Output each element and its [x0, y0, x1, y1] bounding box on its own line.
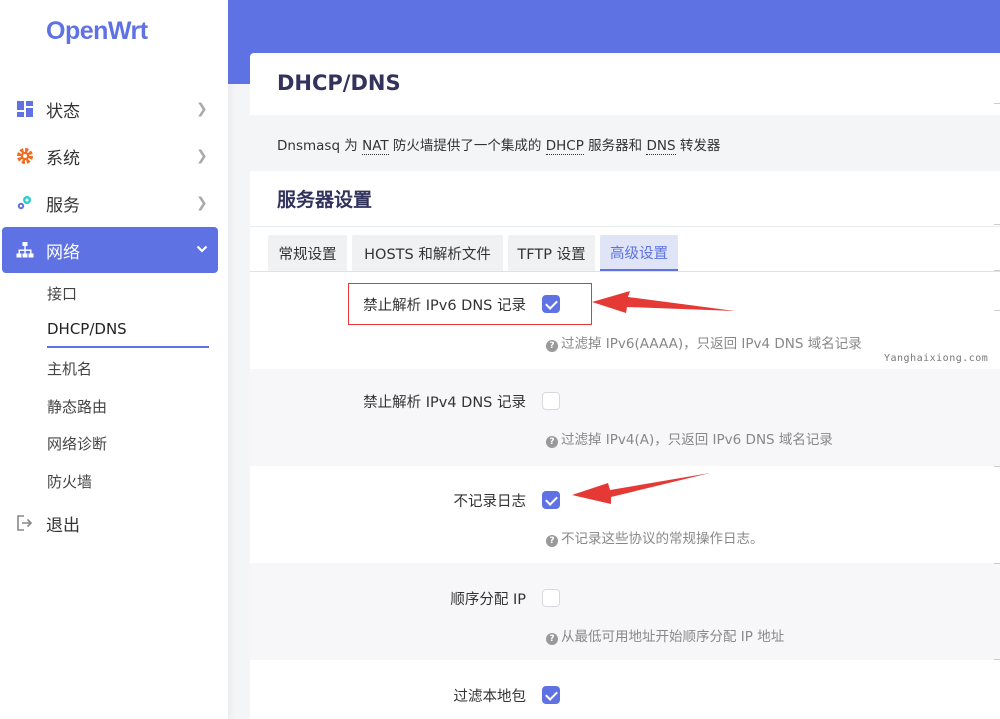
divider: [250, 226, 1000, 227]
edge-tick: [994, 563, 1000, 564]
edge-tick: [994, 466, 1000, 467]
annotation-highlight-box: [348, 283, 592, 325]
option-row-sequential-ip: 顺序分配 IP ? 从最低可用地址开始顺序分配 IP 地址: [250, 563, 1000, 660]
sidebar-item-label: 系统: [46, 148, 80, 169]
option-label: 顺序分配 IP: [450, 592, 526, 608]
option-hint: ? 不记录这些协议的常规操作日志。: [546, 527, 764, 547]
tab-general[interactable]: 常规设置: [268, 235, 347, 271]
logout-icon: [16, 514, 34, 532]
sidebar-subitem-static-routes[interactable]: 静态路由: [47, 396, 107, 417]
help-icon: ?: [546, 535, 558, 547]
sidebar: OpenWrt 状态 ❯ 系统 ❯ 服务 ❯ 网络 接口 DHCP/DNS 主机…: [0, 0, 228, 719]
sidebar-item-services[interactable]: 服务 ❯: [0, 180, 228, 226]
server-settings-card: 服务器设置 常规设置 HOSTS 和解析文件 TFTP 设置 高级设置 禁止解析…: [250, 171, 1000, 719]
option-row-filter-a: 禁止解析 IPv4 DNS 记录 ? 过滤掉 IPv4(A)，只返回 IPv6 D…: [250, 369, 1000, 466]
chevron-down-icon: [196, 242, 208, 258]
sidebar-item-logout[interactable]: 退出: [0, 500, 228, 546]
checkbox-filter-local[interactable]: [542, 686, 560, 704]
sidebar-subitem-interfaces[interactable]: 接口: [47, 283, 77, 304]
abbr-nat: NAT: [362, 138, 389, 155]
openwrt-logo[interactable]: OpenWrt: [46, 17, 148, 46]
sidebar-subitem-dhcp-dns[interactable]: DHCP/DNS: [47, 320, 127, 338]
network-icon: [16, 241, 34, 259]
chevron-right-icon: ❯: [196, 195, 208, 211]
option-label: 不记录日志: [453, 494, 527, 510]
chevron-right-icon: ❯: [196, 101, 208, 117]
watermark-text: Yanghaixiong.com: [884, 353, 989, 364]
tab-tftp[interactable]: TFTP 设置: [508, 235, 595, 271]
chevron-right-icon: ❯: [196, 148, 208, 164]
edge-tick: [994, 103, 1000, 104]
edge-tick: [994, 659, 1000, 660]
checkbox-sequential-ip[interactable]: [542, 589, 560, 607]
annotation-arrow: [572, 473, 710, 504]
edge-tick: [994, 310, 1000, 311]
option-hint: ? 从最低可用地址开始顺序分配 IP 地址: [546, 625, 784, 645]
sidebar-item-status[interactable]: 状态 ❯: [0, 86, 228, 132]
option-hint: ? 过滤掉 IPv6(AAAA)，只返回 IPv4 DNS 域名记录: [546, 332, 862, 352]
sidebar-item-label: 退出: [46, 515, 80, 536]
help-icon: ?: [546, 633, 558, 645]
checkbox-filter-a[interactable]: [542, 392, 560, 410]
option-hint: ? 过滤掉 IPv4(A)，只返回 IPv6 DNS 域名记录: [546, 428, 833, 448]
checkbox-quiet[interactable]: [542, 491, 560, 509]
edge-tick: [994, 224, 1000, 225]
sidebar-item-label: 网络: [46, 242, 80, 263]
page-description: Dnsmasq 为 NAT 防火墙提供了一个集成的 DHCP 服务器和 DNS …: [277, 138, 721, 155]
abbr-dns: DNS: [646, 138, 676, 155]
annotation-arrow: [592, 291, 735, 313]
page-title: DHCP/DNS: [277, 71, 401, 95]
sidebar-item-label: 服务: [46, 195, 80, 216]
gear-icon: [16, 147, 34, 165]
page-title-card: DHCP/DNS: [250, 53, 1000, 115]
sidebar-item-label: 状态: [46, 101, 80, 122]
sidebar-subitem-firewall[interactable]: 防火墙: [47, 471, 92, 492]
tab-hosts[interactable]: HOSTS 和解析文件: [352, 235, 503, 271]
dashboard-icon: [16, 100, 34, 118]
abbr-dhcp: DHCP: [545, 138, 584, 155]
section-title: 服务器设置: [277, 189, 373, 211]
edge-tick: [994, 270, 1000, 271]
tabs-divider: [250, 271, 1000, 272]
sidebar-subitem-diagnostics[interactable]: 网络诊断: [47, 433, 107, 454]
option-label: 过滤本地包: [453, 689, 527, 705]
help-icon: ?: [546, 436, 558, 448]
sidebar-subitem-hostnames[interactable]: 主机名: [47, 358, 92, 379]
tab-advanced[interactable]: 高级设置: [600, 235, 678, 271]
active-subitem-indicator: [47, 346, 209, 348]
puzzle-icon: [16, 194, 34, 212]
sidebar-item-network[interactable]: 网络: [2, 227, 218, 273]
option-label: 禁止解析 IPv4 DNS 记录: [363, 395, 526, 411]
option-row-filter-local: 过滤本地包: [250, 660, 1000, 719]
sidebar-item-system[interactable]: 系统 ❯: [0, 133, 228, 179]
help-icon: ?: [546, 340, 558, 352]
